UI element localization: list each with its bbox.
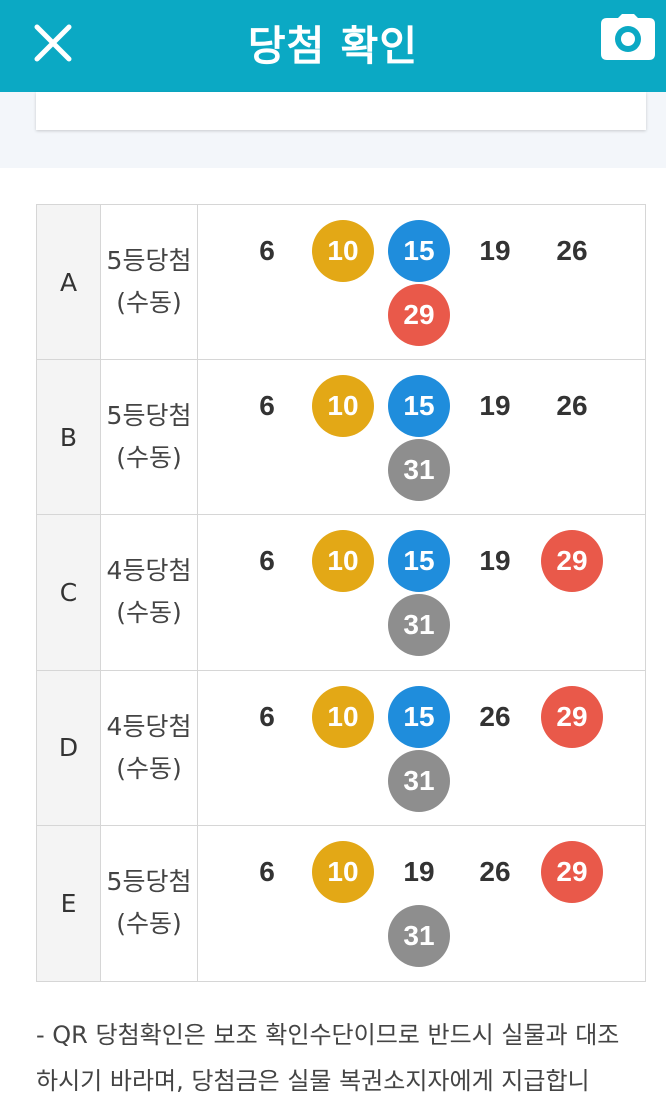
result-row: E 5등당첨 (수동) 6 10 19 26 29 31 [37, 825, 645, 981]
selected-numbers: 6 10 15 26 29 31 [198, 671, 645, 825]
number: 6 [259, 700, 275, 732]
winning-number-ball: 31 [388, 749, 450, 812]
prize-rank: 5등당첨 [106, 401, 192, 431]
number: 19 [479, 390, 511, 422]
selection-mode: (수동) [116, 443, 182, 473]
notice-line-1: - QR 당첨확인은 보조 확인수단이므로 반드시 실물과 대조 [36, 1021, 620, 1049]
winning-number-ball: 15 [388, 375, 450, 438]
info-card [36, 92, 646, 130]
number: 26 [479, 700, 511, 732]
selection-mode: (수동) [116, 753, 182, 783]
result-row: C 4등당첨 (수동) 6 10 15 19 29 31 [37, 515, 645, 671]
prize-result: 5등당첨 (수동) [101, 825, 198, 981]
camera-button[interactable] [601, 14, 655, 60]
prize-result: 4등당첨 (수동) [101, 670, 198, 825]
prize-result: 5등당첨 (수동) [101, 360, 198, 515]
winning-number-ball: 15 [388, 530, 450, 593]
results-table: A 5등당첨 (수동) 6 10 15 19 26 29 B 5등당첨 (수동) 6 10 15 19 26 31… [36, 204, 646, 982]
number: 6 [259, 390, 275, 422]
selected-numbers: 6 10 15 19 29 31 [198, 515, 645, 669]
winning-number-ball: 29 [541, 840, 603, 903]
number: 6 [259, 855, 275, 887]
notice-line-2: 하시기 바라며, 당첨금은 실물 복권소지자에게 지급합니 [36, 1067, 590, 1095]
winning-number-ball: 10 [312, 220, 374, 282]
winning-number-ball: 29 [541, 530, 603, 593]
winning-number-ball: 31 [388, 439, 450, 502]
prize-result: 5등당첨 (수동) [101, 205, 198, 360]
selected-numbers: 6 10 15 19 26 29 [198, 205, 645, 359]
prize-rank: 5등당첨 [106, 246, 192, 276]
prize-rank: 5등당첨 [106, 867, 192, 897]
number: 6 [259, 235, 275, 266]
game-label: E [37, 825, 101, 981]
game-label: D [37, 670, 101, 825]
game-label: C [37, 515, 101, 670]
number: 26 [556, 235, 588, 266]
winning-number-ball: 29 [541, 685, 603, 748]
camera-icon [601, 14, 655, 60]
number: 6 [259, 545, 275, 577]
selection-mode: (수동) [116, 598, 182, 628]
number: 26 [556, 390, 588, 422]
selected-numbers: 6 10 15 19 26 31 [198, 360, 645, 514]
game-label: B [37, 360, 101, 515]
selection-mode: (수동) [116, 288, 182, 318]
winning-number-ball: 31 [388, 594, 450, 657]
selection-mode: (수동) [116, 909, 182, 939]
app-header: 당첨 확인 [0, 0, 666, 92]
number: 26 [479, 855, 511, 887]
number: 19 [479, 235, 511, 266]
result-row: D 4등당첨 (수동) 6 10 15 26 29 31 [37, 670, 645, 826]
winning-number-ball: 10 [312, 685, 374, 748]
winning-number-ball: 10 [312, 840, 374, 903]
winning-number-ball: 15 [388, 685, 450, 748]
notice-text: - QR 당첨확인은 보조 확인수단이므로 반드시 실물과 대조 하시기 바라며… [36, 1012, 666, 1104]
selected-numbers: 6 10 19 26 29 31 [198, 826, 645, 981]
number: 19 [403, 855, 435, 887]
winning-number-ball: 10 [312, 375, 374, 438]
game-label: A [37, 205, 101, 360]
result-row: A 5등당첨 (수동) 6 10 15 19 26 29 [37, 205, 645, 361]
prize-rank: 4등당첨 [106, 556, 192, 586]
winning-number-ball: 31 [388, 904, 450, 967]
number: 19 [479, 545, 511, 577]
prize-rank: 4등당첨 [106, 711, 192, 741]
winning-number-ball: 15 [388, 220, 450, 282]
winning-number-ball: 10 [312, 530, 374, 593]
result-row: B 5등당첨 (수동) 6 10 15 19 26 31 [37, 360, 645, 516]
winning-number-ball: 29 [388, 284, 450, 346]
page-title: 당첨 확인 [247, 22, 419, 70]
prize-result: 4등당첨 (수동) [101, 515, 198, 670]
